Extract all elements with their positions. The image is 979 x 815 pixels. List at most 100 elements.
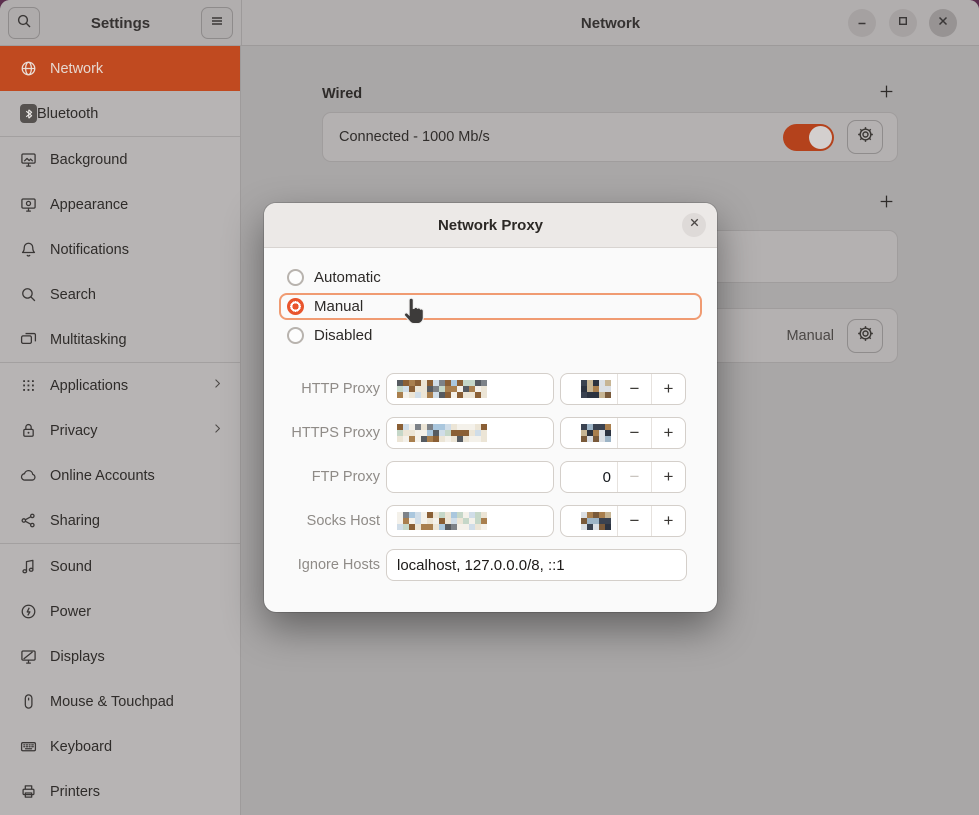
- radio-icon: [287, 269, 304, 286]
- redacted-port-value: [581, 380, 611, 398]
- ftp-proxy-port-input[interactable]: 0: [561, 462, 617, 492]
- minimize-button[interactable]: [848, 9, 876, 37]
- https-proxy-host-input[interactable]: [386, 417, 554, 449]
- https-proxy-row: HTTPS Proxy − +: [279, 417, 702, 449]
- minimize-icon: [854, 13, 870, 34]
- sidebar-item-label: Power: [50, 604, 91, 620]
- keyboard-icon: [20, 738, 37, 755]
- sidebar-item-label: Displays: [50, 649, 105, 665]
- sidebar-item-power[interactable]: Power: [0, 589, 240, 634]
- sidebar-item-label: Sharing: [50, 513, 100, 529]
- sidebar-item-label: Printers: [50, 784, 100, 800]
- add-wired-connection-button[interactable]: [874, 82, 898, 106]
- https-proxy-port-stepper: − +: [560, 417, 686, 449]
- sidebar-item-network[interactable]: Network: [0, 46, 240, 91]
- note-icon: [20, 558, 37, 575]
- socks-port-input[interactable]: [561, 506, 617, 536]
- http-proxy-port-input[interactable]: [561, 374, 617, 404]
- ftp-port-decrement-button[interactable]: −: [618, 462, 651, 492]
- proxy-mode-value: Manual: [786, 328, 834, 344]
- https-proxy-label: HTTPS Proxy: [279, 425, 380, 441]
- bluetooth-icon: [20, 104, 37, 123]
- sidebar-item-sound[interactable]: Sound: [0, 544, 240, 589]
- http-port-increment-button[interactable]: +: [652, 374, 685, 404]
- menu-button[interactable]: [201, 7, 233, 39]
- sidebar-item-search[interactable]: Search: [0, 272, 240, 317]
- socks-host-input[interactable]: [386, 505, 554, 537]
- wired-toggle[interactable]: [783, 124, 834, 151]
- sidebar-item-background[interactable]: Background: [0, 137, 240, 182]
- sidebar-item-applications[interactable]: Applications: [0, 363, 240, 408]
- sidebar-item-mouse-touchpad[interactable]: Mouse & Touchpad: [0, 679, 240, 724]
- sidebar-item-label: Bluetooth: [37, 106, 98, 122]
- dialog-title: Network Proxy: [438, 217, 543, 234]
- mouse-cursor-hand-icon: [401, 296, 427, 326]
- wired-settings-button[interactable]: [847, 120, 883, 154]
- option-label: Disabled: [314, 327, 372, 344]
- sidebar-item-label: Sound: [50, 559, 92, 575]
- sidebar: Network Bluetooth Background AppearanceNoti…: [0, 46, 241, 815]
- sidebar-item-label: Online Accounts: [50, 468, 155, 484]
- maximize-icon: [895, 13, 911, 34]
- https-port-decrement-button[interactable]: −: [618, 418, 651, 448]
- multitasking-icon: [20, 331, 37, 348]
- close-button[interactable]: [929, 9, 957, 37]
- sidebar-item-sharing[interactable]: Sharing: [0, 498, 240, 543]
- https-proxy-port-input[interactable]: [561, 418, 617, 448]
- sidebar-item-bluetooth[interactable]: Bluetooth: [0, 91, 240, 136]
- sidebar-headerbar: Settings: [0, 0, 241, 46]
- redacted-host-value: [397, 424, 487, 442]
- sidebar-item-label: Mouse & Touchpad: [50, 694, 174, 710]
- radio-icon: [287, 298, 304, 315]
- socks-host-label: Socks Host: [279, 513, 380, 529]
- proxy-option-manual[interactable]: Manual: [279, 293, 702, 320]
- chevron-right-icon: [211, 377, 224, 394]
- lock-icon: [20, 422, 37, 439]
- add-vpn-button[interactable]: [874, 192, 898, 216]
- network-proxy-dialog: Network Proxy Automatic Manual Disabled …: [264, 203, 717, 612]
- socks-host-row: Socks Host − +: [279, 505, 702, 537]
- maximize-button[interactable]: [889, 9, 917, 37]
- wired-section-title: Wired: [322, 86, 362, 102]
- proxy-settings-button[interactable]: [847, 319, 883, 353]
- sidebar-item-printers[interactable]: Printers: [0, 769, 240, 814]
- printer-icon: [20, 783, 37, 800]
- redacted-host-value: [397, 380, 487, 398]
- socks-port-stepper: − +: [560, 505, 686, 537]
- https-port-increment-button[interactable]: +: [652, 418, 685, 448]
- socks-port-increment-button[interactable]: +: [652, 506, 685, 536]
- proxy-form: HTTP Proxy − + HTTPS Proxy: [279, 373, 702, 581]
- sidebar-item-displays[interactable]: Displays: [0, 634, 240, 679]
- close-icon: [935, 13, 951, 34]
- sidebar-item-appearance[interactable]: Appearance: [0, 182, 240, 227]
- ignore-hosts-input[interactable]: localhost, 127.0.0.0/8, ::1: [386, 549, 687, 581]
- sidebar-item-label: Background: [50, 152, 127, 168]
- proxy-option-disabled[interactable]: Disabled: [279, 322, 702, 349]
- wired-section-header: Wired: [322, 82, 898, 106]
- http-proxy-host-input[interactable]: [386, 373, 554, 405]
- ftp-port-increment-button[interactable]: +: [652, 462, 685, 492]
- sidebar-item-label: Multitasking: [50, 332, 127, 348]
- power-icon: [20, 603, 37, 620]
- globe-icon: [20, 60, 37, 77]
- http-proxy-label: HTTP Proxy: [279, 381, 380, 397]
- http-port-decrement-button[interactable]: −: [618, 374, 651, 404]
- sidebar-item-multitasking[interactable]: Multitasking: [0, 317, 240, 362]
- wired-connection-row[interactable]: Connected - 1000 Mb/s: [322, 112, 898, 162]
- sidebar-item-label: Applications: [50, 378, 128, 394]
- sidebar-item-privacy[interactable]: Privacy: [0, 408, 240, 453]
- option-label: Automatic: [314, 269, 381, 286]
- content-headerbar: Network: [241, 0, 979, 46]
- sidebar-item-keyboard[interactable]: Keyboard: [0, 724, 240, 769]
- socks-port-decrement-button[interactable]: −: [618, 506, 651, 536]
- radio-icon: [287, 327, 304, 344]
- ftp-proxy-host-input[interactable]: [386, 461, 554, 493]
- sidebar-item-online-accounts[interactable]: Online Accounts: [0, 453, 240, 498]
- sidebar-item-label: Keyboard: [50, 739, 112, 755]
- hamburger-icon: [209, 13, 225, 34]
- proxy-option-automatic[interactable]: Automatic: [279, 264, 702, 291]
- dialog-close-button[interactable]: [682, 213, 706, 237]
- search-button[interactable]: [8, 7, 40, 39]
- sidebar-item-notifications[interactable]: Notifications: [0, 227, 240, 272]
- ftp-proxy-label: FTP Proxy: [279, 469, 380, 485]
